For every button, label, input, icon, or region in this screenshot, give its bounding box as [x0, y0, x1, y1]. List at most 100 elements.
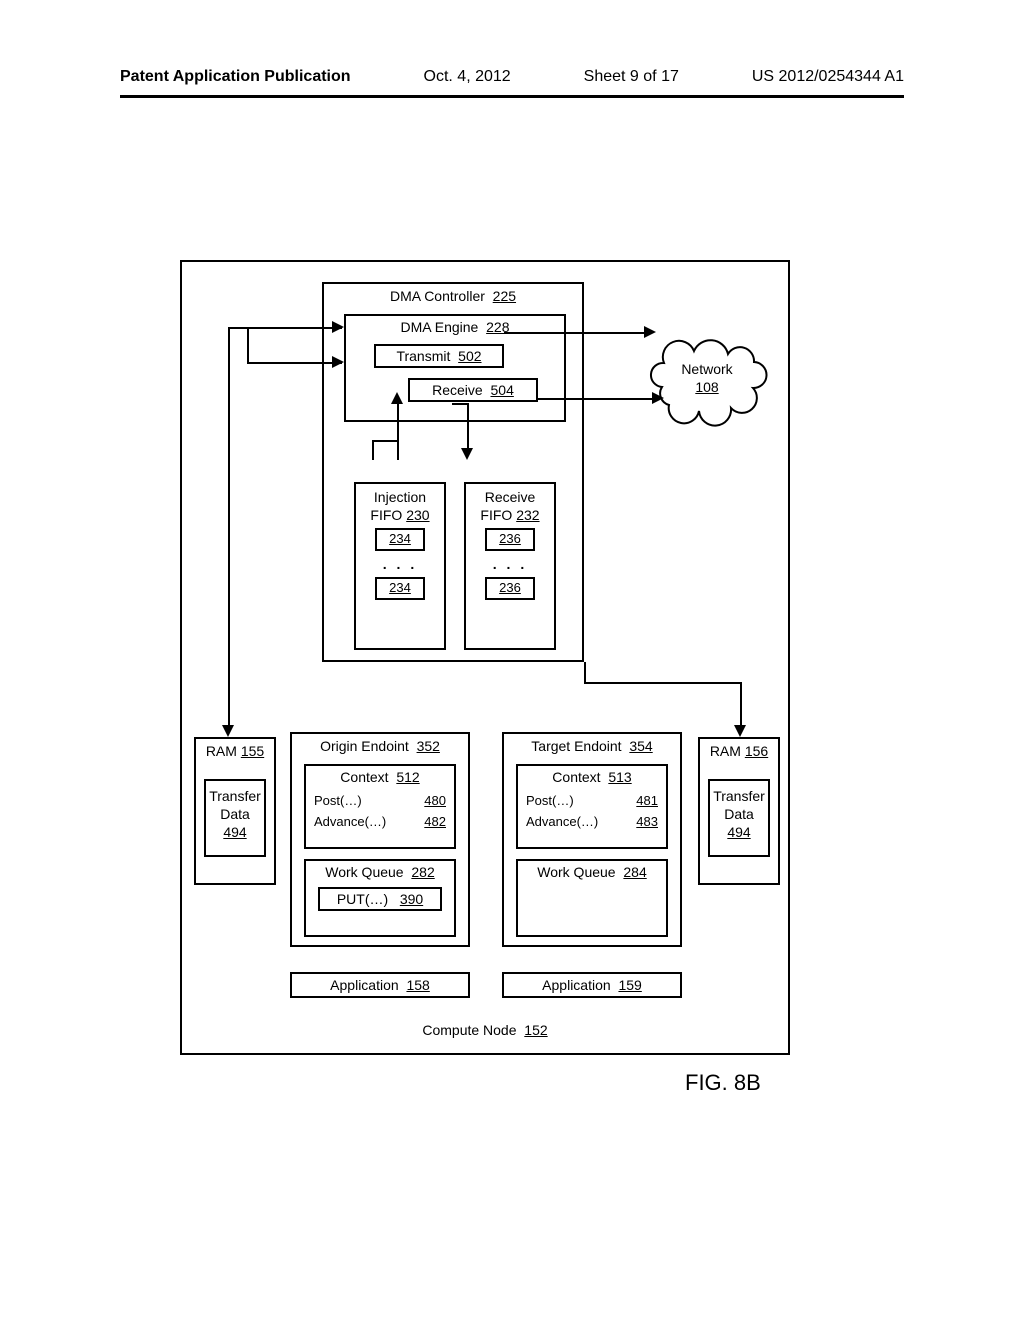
application-left-ref: 158 [406, 977, 429, 993]
application-right-box: Application 159 [502, 972, 682, 998]
advance-left-label: Advance(…) [314, 814, 386, 829]
receive-fifo-label2: FIFO [480, 507, 512, 523]
receive-fifo-label1: Receive [485, 489, 536, 505]
put-ref: 390 [400, 891, 423, 907]
header-divider [120, 95, 904, 98]
work-queue-right-label: Work Queue [537, 864, 615, 880]
put-label: PUT(…) [337, 891, 388, 907]
arrowhead-dma-left-in2 [332, 356, 344, 368]
target-label: Target Endoint [531, 738, 621, 754]
context-right-label: Context [552, 769, 600, 785]
line-injection-elbow-h [372, 440, 399, 442]
transfer-left-l1: Transfer [209, 788, 261, 804]
network-cloud: Network 108 [642, 332, 772, 437]
line-injection-elbow-v [372, 440, 374, 460]
compute-node-label: Compute Node 152 [182, 1022, 788, 1038]
arrowhead-receive-down [461, 448, 473, 460]
application-right-label: Application [542, 977, 611, 993]
post-left-ref: 480 [424, 791, 446, 812]
transmit-box: Transmit 502 [374, 344, 504, 368]
put-box: PUT(…) 390 [318, 887, 442, 911]
context-right-box: Context 513 Post(…) 481 Advance(…) 483 [516, 764, 668, 849]
publication-text: Patent Application Publication [120, 68, 351, 86]
context-right-ref: 513 [608, 769, 631, 785]
arrowhead-injection-up [391, 392, 403, 404]
context-left-box: Context 512 Post(…) 480 Advance(…) 482 [304, 764, 456, 849]
receive-fifo-slot-b: 236 [485, 577, 535, 600]
line-injection-up [397, 403, 399, 460]
origin-endpoint-box: Origin Endoint 352 Context 512 Post(…) 4… [290, 732, 470, 947]
arrowhead-dma-left-in [332, 321, 344, 333]
docnum-text: US 2012/0254344 A1 [752, 68, 904, 86]
advance-left-ref: 482 [424, 812, 446, 833]
origin-ref: 352 [417, 738, 440, 754]
application-right-ref: 159 [618, 977, 641, 993]
line-network-right-v2 [740, 682, 742, 727]
arrow-transmit-to-network [504, 332, 646, 334]
ram-left-ref: 155 [241, 743, 264, 759]
injection-fifo-ref: 230 [406, 507, 429, 523]
injection-fifo-slot-a: 234 [375, 528, 425, 551]
dma-controller-label: DMA Controller [390, 288, 485, 304]
dma-engine-box: DMA Engine 228 Transmit 502 Receive 504 [344, 314, 566, 422]
origin-label: Origin Endoint [320, 738, 409, 754]
line-dma-left-out1 [229, 327, 342, 329]
line-dma-left-stub [247, 327, 249, 364]
arrowhead-ram-right [734, 725, 746, 737]
post-left-label: Post(…) [314, 793, 362, 808]
advance-right-ref: 483 [636, 812, 658, 833]
post-right-label: Post(…) [526, 793, 574, 808]
network-label: Network [681, 361, 732, 377]
ram-left-label: RAM [206, 743, 237, 759]
compute-node-frame: DMA Controller 225 DMA Engine 228 Transm… [180, 260, 790, 1055]
line-receive-down [467, 403, 469, 450]
transfer-right-box: Transfer Data 494 [708, 779, 770, 857]
receive-fifo-ref: 232 [516, 507, 539, 523]
page-header: Patent Application Publication Oct. 4, 2… [120, 68, 904, 86]
transfer-left-ref: 494 [223, 824, 246, 840]
transfer-left-box: Transfer Data 494 [204, 779, 266, 857]
transmit-ref: 502 [458, 348, 481, 364]
receive-fifo-dots: . . . [466, 555, 554, 573]
arrow-receive-to-network [538, 398, 654, 400]
work-queue-left-ref: 282 [411, 864, 434, 880]
context-left-ref: 512 [396, 769, 419, 785]
sheet-text: Sheet 9 of 17 [584, 68, 679, 86]
arrowhead-ram-left [222, 725, 234, 737]
network-ref: 108 [695, 379, 718, 395]
dma-engine-label: DMA Engine [401, 319, 479, 335]
application-left-box: Application 158 [290, 972, 470, 998]
injection-fifo-label2: FIFO [370, 507, 402, 523]
transfer-right-l1: Transfer [713, 788, 765, 804]
line-dma-left-out2 [247, 362, 342, 364]
receive-box: Receive 504 [408, 378, 538, 402]
ram-left-box: RAM 155 Transfer Data 494 [194, 737, 276, 885]
dma-controller-box: DMA Controller 225 DMA Engine 228 Transm… [322, 282, 584, 662]
injection-fifo-slot-b: 234 [375, 577, 425, 600]
context-left-label: Context [340, 769, 388, 785]
receive-fifo-slot-a: 236 [485, 528, 535, 551]
work-queue-left-box: Work Queue 282 PUT(…) 390 [304, 859, 456, 937]
ram-right-ref: 156 [745, 743, 768, 759]
post-right-ref: 481 [636, 791, 658, 812]
application-left-label: Application [330, 977, 399, 993]
dma-controller-ref: 225 [493, 288, 516, 304]
line-dma-left-out-v [228, 327, 230, 727]
line-receive-elbow [452, 403, 469, 405]
injection-fifo-box: Injection FIFO 230 234 . . . 234 [354, 482, 446, 650]
ram-right-label: RAM [710, 743, 741, 759]
target-endpoint-box: Target Endoint 354 Context 513 Post(…) 4… [502, 732, 682, 947]
line-network-right-h [584, 682, 742, 684]
advance-right-label: Advance(…) [526, 814, 598, 829]
injection-fifo-dots: . . . [356, 555, 444, 573]
receive-ref: 504 [491, 382, 514, 398]
figure-caption: FIG. 8B [685, 1070, 761, 1096]
transmit-label: Transmit [396, 348, 450, 364]
transfer-left-l2: Data [220, 806, 250, 822]
injection-fifo-label1: Injection [374, 489, 426, 505]
receive-fifo-box: Receive FIFO 232 236 . . . 236 [464, 482, 556, 650]
receive-label: Receive [432, 382, 483, 398]
date-text: Oct. 4, 2012 [424, 68, 511, 86]
work-queue-right-ref: 284 [623, 864, 646, 880]
ram-right-box: RAM 156 Transfer Data 494 [698, 737, 780, 885]
